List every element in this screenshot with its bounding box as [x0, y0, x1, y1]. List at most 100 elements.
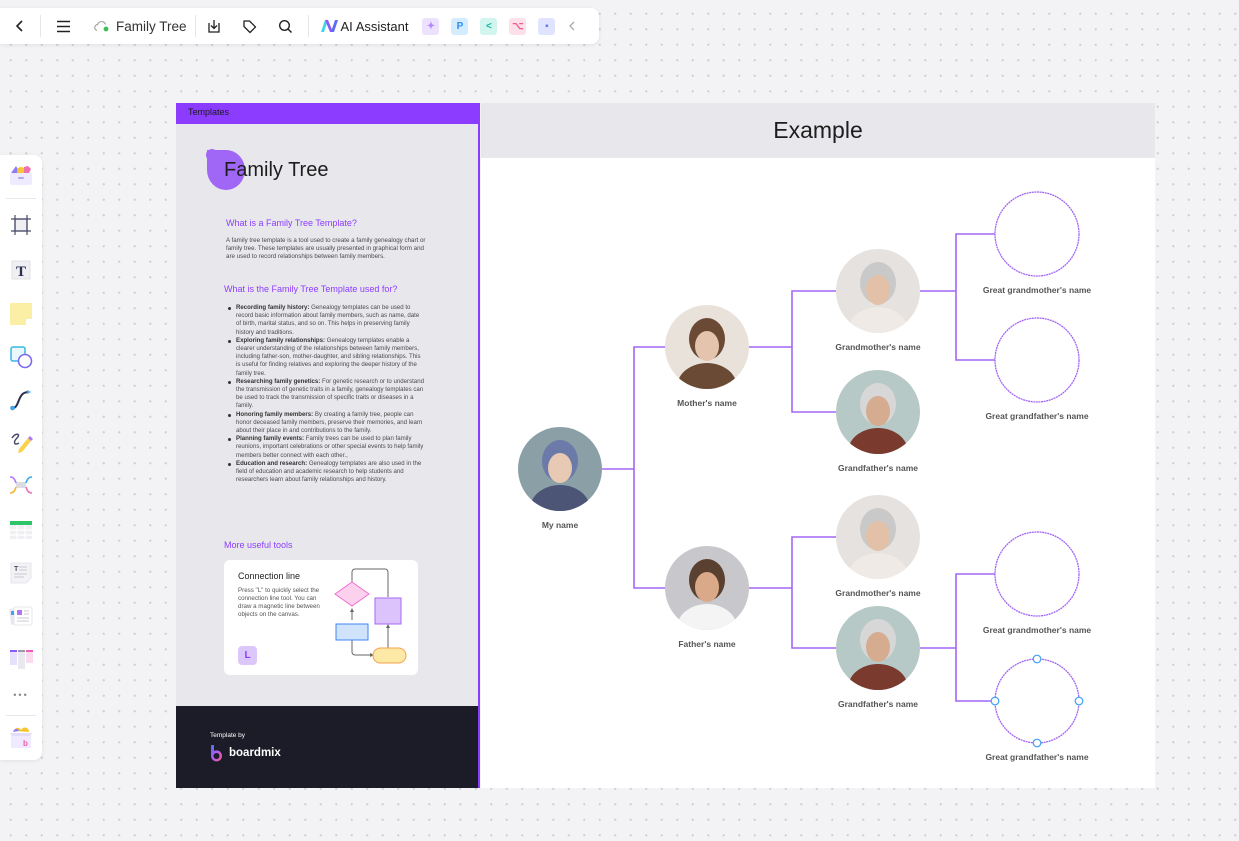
purple-rect-shape — [374, 597, 402, 625]
empty-photo-placeholder[interactable] — [994, 658, 1080, 744]
flowchart-app-button[interactable]: ⌥ — [509, 17, 527, 35]
more-tools[interactable]: ••• — [7, 681, 35, 709]
back-button[interactable] — [0, 8, 40, 44]
document-title[interactable]: Family Tree — [116, 19, 187, 34]
person-name-label[interactable]: Grandfather's name — [838, 699, 918, 709]
tag-button[interactable] — [232, 8, 268, 44]
chat-app-button[interactable]: ▪ — [538, 17, 556, 35]
text-document-tool[interactable]: T — [7, 559, 35, 587]
person-node-ggm2[interactable] — [994, 531, 1080, 617]
connector-line[interactable] — [955, 573, 995, 702]
person-node-mother[interactable] — [665, 305, 749, 411]
shortcut-key-badge: L — [238, 646, 257, 665]
apps-box-tool[interactable]: b — [7, 724, 35, 752]
person-node-ggm1[interactable] — [994, 191, 1080, 277]
document-icon: T — [10, 562, 32, 584]
chat-app-icon: ▪ — [545, 20, 549, 32]
shape-tool[interactable] — [7, 343, 35, 371]
image-generator-app-button[interactable]: ✦ — [422, 17, 440, 35]
collapse-toolbar-button[interactable] — [561, 8, 583, 44]
selection-handle[interactable] — [990, 696, 1000, 706]
search-button[interactable] — [268, 8, 304, 44]
sticky-note-tool[interactable] — [7, 300, 35, 328]
tag-icon — [243, 19, 257, 33]
divider — [6, 715, 36, 716]
connector-line[interactable] — [633, 346, 665, 589]
person-node-me[interactable] — [518, 427, 602, 533]
frame-header[interactable]: Templates — [176, 103, 478, 124]
svg-text:T: T — [16, 264, 26, 280]
person-name-label[interactable]: Grandmother's name — [835, 342, 920, 352]
shapes-box-icon — [10, 166, 32, 185]
text-tool[interactable]: T — [7, 256, 35, 284]
person-name-label[interactable]: Grandfather's name — [838, 463, 918, 473]
person-name-label[interactable]: Great grandfather's name — [985, 411, 1088, 421]
presentation-app-icon: P — [456, 20, 464, 32]
example-frame[interactable]: Example My name Mother's name Father's nam… — [481, 103, 1155, 788]
mindmap-tool[interactable] — [7, 471, 35, 499]
apps-box-icon: b — [10, 727, 32, 748]
connector-tool[interactable] — [7, 386, 35, 414]
pen-tool[interactable] — [7, 428, 35, 456]
mindmap-app-icon: < — [486, 20, 492, 32]
person-node-p-grandmother[interactable] — [836, 495, 920, 601]
presentation-app-button[interactable]: P — [451, 17, 469, 35]
grandmother-photo — [836, 495, 920, 579]
frame-icon — [11, 215, 31, 235]
connection-line-card[interactable]: Connection line Press "L" to quickly sel… — [224, 560, 418, 675]
selection-handle[interactable] — [1032, 738, 1042, 748]
person-name-label[interactable]: Mother's name — [677, 398, 737, 408]
person-name-label[interactable]: Great grandmother's name — [983, 285, 1091, 295]
ai-assistant-button[interactable]: AI Assistant — [309, 19, 417, 34]
empty-photo-placeholder[interactable] — [994, 317, 1080, 403]
person-node-m-grandmother[interactable] — [836, 249, 920, 355]
mindmap-app-button[interactable]: < — [480, 17, 498, 35]
connector-line[interactable] — [791, 290, 836, 413]
use-list-item: Honoring family members: By creating a f… — [226, 411, 424, 436]
empty-photo-placeholder[interactable] — [994, 191, 1080, 277]
brand-name: boardmix — [229, 747, 281, 759]
person-name-label[interactable]: Great grandmother's name — [983, 625, 1091, 635]
grandmother-photo — [836, 249, 920, 333]
document-title-area[interactable]: Family Tree — [85, 19, 195, 34]
person-name-label[interactable]: Father's name — [678, 639, 735, 649]
connector-line[interactable] — [791, 536, 836, 649]
person-node-p-grandfather[interactable] — [836, 606, 920, 712]
use-title: Honoring family members: — [236, 410, 314, 418]
empty-photo-placeholder[interactable] — [994, 531, 1080, 617]
person-name-label[interactable]: My name — [542, 520, 578, 530]
father-photo — [665, 546, 749, 630]
person-node-ggf2[interactable] — [990, 654, 1084, 748]
card-icon — [9, 606, 33, 626]
more-dots-icon: ••• — [13, 690, 29, 700]
table-tool[interactable] — [7, 516, 35, 544]
connector-line[interactable] — [955, 233, 995, 361]
person-node-m-grandfather[interactable] — [836, 370, 920, 476]
image-generator-app-icon: ✦ — [426, 20, 436, 32]
main-menu-button[interactable] — [41, 8, 85, 44]
kanban-tool[interactable] — [7, 644, 35, 672]
family-tree-diagram — [518, 191, 1084, 748]
person-name-label[interactable]: Great grandfather's name — [985, 752, 1088, 762]
hamburger-menu-icon — [56, 20, 70, 32]
selection-handle[interactable] — [1074, 696, 1084, 706]
child-photo — [518, 427, 602, 511]
mother-photo — [665, 305, 749, 389]
card-tool[interactable] — [7, 602, 35, 630]
frame-tool[interactable] — [7, 211, 35, 239]
download-icon — [207, 20, 220, 33]
person-node-father[interactable] — [665, 546, 749, 652]
templates-tool[interactable] — [7, 160, 35, 188]
shape-icon — [10, 346, 33, 369]
download-button[interactable] — [196, 8, 232, 44]
table-icon — [10, 521, 32, 539]
template-info-frame[interactable]: Templates Family Tree What is a Family T… — [176, 103, 480, 788]
yellow-pill-shape — [372, 647, 407, 664]
selection-handle[interactable] — [1032, 654, 1042, 664]
pen-icon — [11, 433, 33, 453]
mindmap-icon — [9, 476, 33, 494]
svg-text:b: b — [23, 739, 28, 748]
flowchart-illustration — [334, 568, 407, 664]
person-node-ggf1[interactable] — [994, 317, 1080, 403]
person-name-label[interactable]: Grandmother's name — [835, 588, 920, 598]
